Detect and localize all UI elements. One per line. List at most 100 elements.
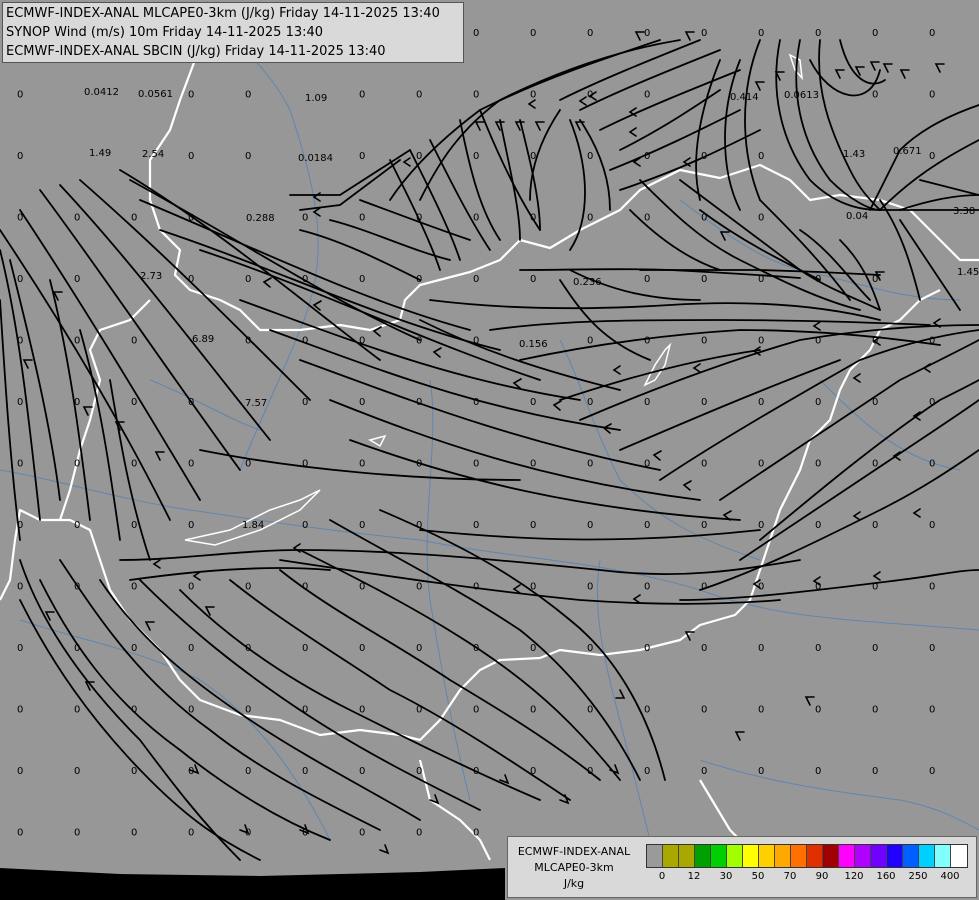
cin-value: 0.236 bbox=[573, 277, 602, 288]
cin-zero-value: 0 bbox=[416, 520, 422, 531]
cin-zero-value: 0 bbox=[815, 643, 821, 654]
cin-zero-value: 0 bbox=[758, 151, 764, 162]
cin-zero-value: 0 bbox=[131, 582, 137, 593]
colorbar-tick-label: 0 bbox=[658, 871, 666, 882]
cin-zero-value: 0 bbox=[245, 643, 251, 654]
cin-value: 7.57 bbox=[245, 398, 267, 409]
cin-zero-value: 0 bbox=[359, 459, 365, 470]
cin-zero-value: 0 bbox=[758, 213, 764, 224]
colorbar-title: ECMWF-INDEX-ANAL MLCAPE0-3km J/kg bbox=[512, 844, 636, 892]
cin-zero-value: 0 bbox=[188, 766, 194, 777]
cin-value: 2.73 bbox=[140, 271, 162, 282]
colorbar-tick-label: 30 bbox=[719, 871, 733, 882]
cin-zero-value: 0 bbox=[644, 582, 650, 593]
cin-zero-value: 0 bbox=[587, 90, 593, 101]
cin-zero-value: 0 bbox=[587, 336, 593, 347]
cin-zero-value: 0 bbox=[359, 90, 365, 101]
cin-zero-value: 0 bbox=[929, 582, 935, 593]
cin-zero-value: 0 bbox=[587, 459, 593, 470]
cin-zero-value: 0 bbox=[644, 151, 650, 162]
cin-zero-value: 0 bbox=[701, 397, 707, 408]
cin-zero-value: 0 bbox=[473, 28, 479, 39]
cin-zero-value: 0 bbox=[74, 274, 80, 285]
cin-zero-value: 0 bbox=[416, 274, 422, 285]
cin-zero-value: 0 bbox=[815, 336, 821, 347]
cin-zero-value: 0 bbox=[17, 582, 23, 593]
cin-zero-value: 0 bbox=[473, 582, 479, 593]
cin-zero-value: 0 bbox=[245, 274, 251, 285]
colorbar-swatch bbox=[935, 845, 951, 867]
cin-zero-value: 0 bbox=[74, 520, 80, 531]
cin-zero-value: 0 bbox=[872, 274, 878, 285]
cin-zero-value: 0 bbox=[359, 213, 365, 224]
cin-zero-value: 0 bbox=[188, 90, 194, 101]
cin-zero-value: 0 bbox=[188, 520, 194, 531]
colorbar-swatch bbox=[887, 845, 903, 867]
cin-zero-value: 0 bbox=[245, 766, 251, 777]
cin-zero-value: 0 bbox=[74, 213, 80, 224]
cin-zero-value: 0 bbox=[188, 151, 194, 162]
colorbar-swatch bbox=[727, 845, 743, 867]
cin-zero-value: 0 bbox=[245, 705, 251, 716]
cin-value: 0.671 bbox=[893, 146, 922, 157]
cin-zero-value: 0 bbox=[929, 90, 935, 101]
cin-zero-value: 0 bbox=[74, 766, 80, 777]
cin-zero-value: 0 bbox=[701, 520, 707, 531]
cin-zero-value: 0 bbox=[17, 643, 23, 654]
cin-zero-value: 0 bbox=[530, 213, 536, 224]
cin-zero-value: 0 bbox=[929, 520, 935, 531]
cin-zero-value: 0 bbox=[416, 397, 422, 408]
cin-zero-value: 0 bbox=[758, 766, 764, 777]
cin-zero-value: 0 bbox=[758, 274, 764, 285]
cin-zero-value: 0 bbox=[131, 397, 137, 408]
sbcin-layer-label: ECMWF-INDEX-ANAL SBCIN (J/kg) Friday 14-… bbox=[6, 44, 386, 59]
cin-zero-value: 0 bbox=[587, 28, 593, 39]
colorbar-swatch bbox=[695, 845, 711, 867]
colorbar-tick-label: 12 bbox=[687, 871, 701, 882]
cin-value: 1.09 bbox=[305, 93, 327, 104]
cin-zero-value: 0 bbox=[74, 397, 80, 408]
cin-zero-value: 0 bbox=[131, 213, 137, 224]
cin-zero-value: 0 bbox=[758, 397, 764, 408]
cin-zero-value: 0 bbox=[872, 582, 878, 593]
cin-zero-value: 0 bbox=[473, 151, 479, 162]
cin-zero-value: 0 bbox=[359, 705, 365, 716]
cin-zero-value: 0 bbox=[530, 90, 536, 101]
cin-value: 6.89 bbox=[192, 334, 214, 345]
colorbar-swatch bbox=[663, 845, 679, 867]
colorbar-swatch bbox=[855, 845, 871, 867]
cin-zero-value: 0 bbox=[644, 213, 650, 224]
cin-zero-value: 0 bbox=[359, 151, 365, 162]
cin-zero-value: 0 bbox=[530, 643, 536, 654]
colorbar-swatch bbox=[871, 845, 887, 867]
cin-zero-value: 0 bbox=[131, 459, 137, 470]
cin-zero-value: 0 bbox=[929, 459, 935, 470]
colorbar-swatch bbox=[759, 845, 775, 867]
cin-zero-value: 0 bbox=[302, 705, 308, 716]
cin-zero-value: 0 bbox=[929, 336, 935, 347]
cin-zero-value: 0 bbox=[530, 397, 536, 408]
cin-zero-value: 0 bbox=[17, 459, 23, 470]
cin-zero-value: 0 bbox=[17, 151, 23, 162]
cin-zero-value: 0 bbox=[359, 643, 365, 654]
cin-zero-value: 0 bbox=[416, 213, 422, 224]
colorbar-swatch bbox=[807, 845, 823, 867]
cin-zero-value: 0 bbox=[416, 705, 422, 716]
cin-zero-value: 0 bbox=[359, 828, 365, 839]
cin-zero-value: 0 bbox=[17, 336, 23, 347]
cin-zero-value: 0 bbox=[701, 274, 707, 285]
cin-value: 1.84 bbox=[242, 520, 264, 531]
weather-map: 0 0 0 0 0 0 0 0 0 0 0 0 0 0 0 0 0 0 0 0 0 0 0 0 0 0 0 0 0 0 0 0 0 0 0 0 0 0 0 0… bbox=[0, 0, 979, 900]
cin-zero-value: 0 bbox=[302, 828, 308, 839]
cin-zero-value: 0 bbox=[74, 459, 80, 470]
cin-value: 0.156 bbox=[519, 339, 548, 350]
cin-zero-value: 0 bbox=[245, 336, 251, 347]
cin-zero-value: 0 bbox=[587, 705, 593, 716]
cin-zero-value: 0 bbox=[587, 766, 593, 777]
cin-zero-value: 0 bbox=[815, 766, 821, 777]
cin-zero-value: 0 bbox=[587, 151, 593, 162]
colorbar-swatch bbox=[951, 845, 967, 867]
cin-zero-value: 0 bbox=[245, 582, 251, 593]
cin-zero-value: 0 bbox=[530, 582, 536, 593]
cin-zero-value: 0 bbox=[302, 520, 308, 531]
